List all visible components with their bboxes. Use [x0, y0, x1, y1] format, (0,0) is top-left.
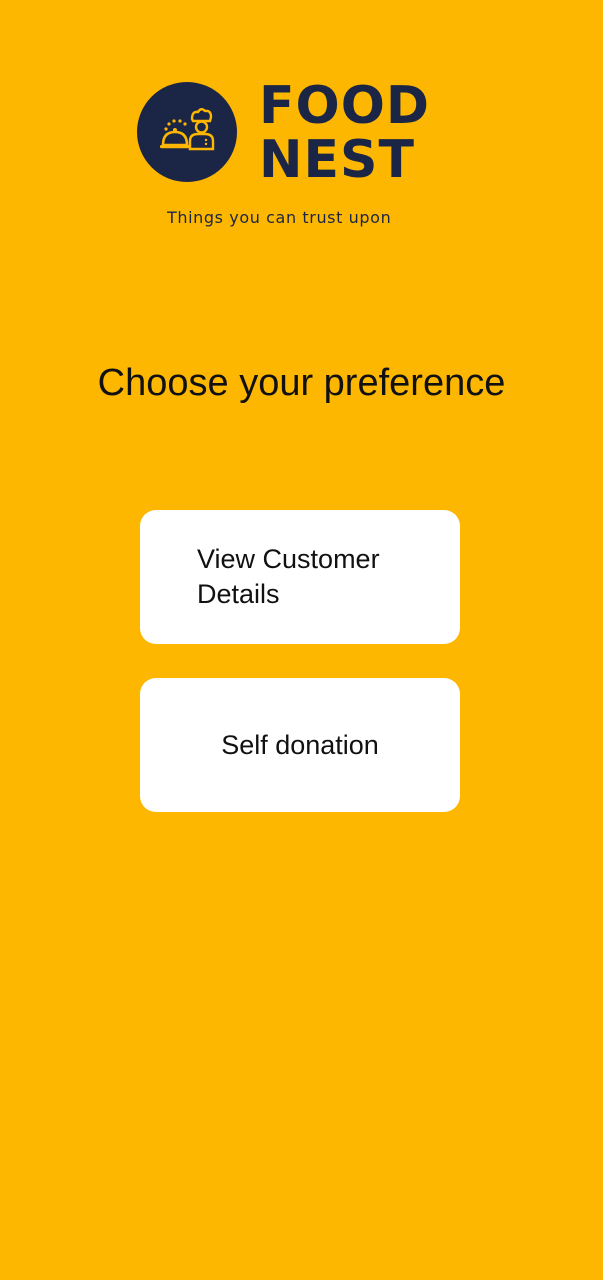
self-donation-button[interactable]: Self donation	[140, 678, 460, 812]
view-customer-details-button[interactable]: View Customer Details	[140, 510, 460, 644]
page-heading: Choose your preference	[97, 362, 506, 404]
app-logo: FOOD NEST Things you can trust upon	[137, 78, 447, 233]
chef-serving-cloche-icon	[137, 82, 237, 182]
view-customer-details-label: View Customer Details	[197, 544, 380, 609]
brand-name-line-1: FOOD	[259, 76, 431, 136]
brand-name-line-2: NEST	[259, 130, 415, 190]
brand-tagline: Things you can trust upon	[167, 208, 392, 227]
self-donation-label: Self donation	[221, 729, 379, 760]
